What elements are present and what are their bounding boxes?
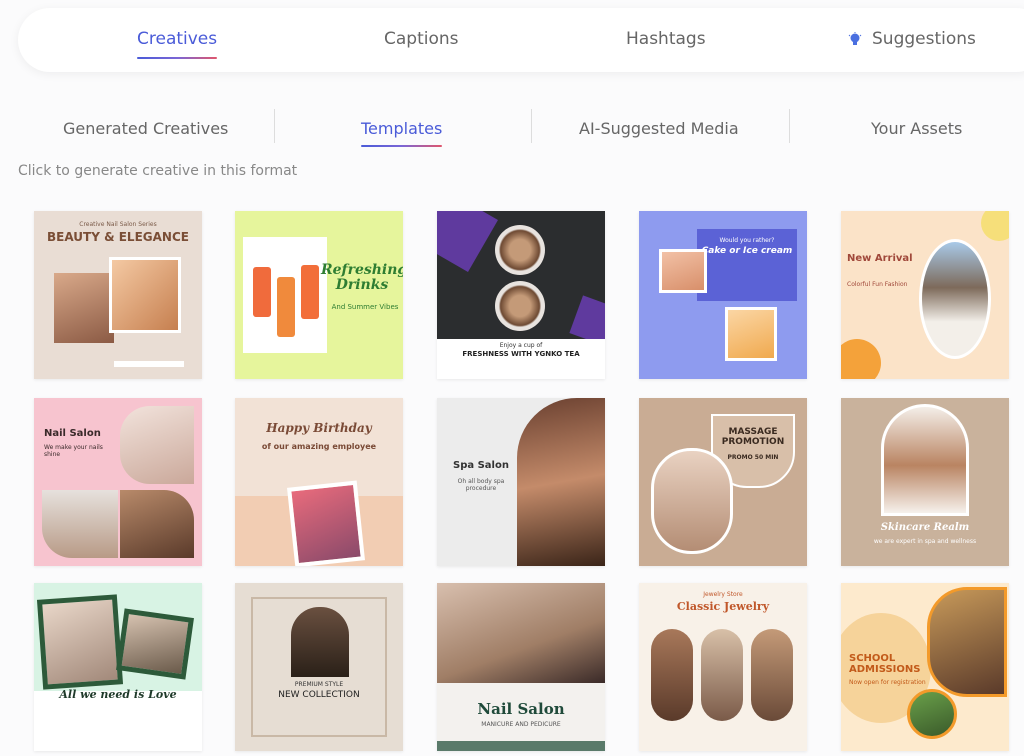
template-title: MASSAGE PROMOTION xyxy=(721,427,785,447)
template-photo xyxy=(651,629,693,721)
tab-divider xyxy=(531,109,532,143)
template-title: Happy Birthday xyxy=(266,421,372,435)
tab-creatives-label: Creatives xyxy=(137,29,218,49)
subtab-your-assets[interactable]: Your Assets xyxy=(871,112,962,144)
subtab-label: Your Assets xyxy=(871,118,963,138)
tab-divider xyxy=(789,109,790,143)
template-card-classic-jewelry[interactable]: Jewelry Store Classic Jewelry xyxy=(639,583,807,751)
subtab-templates[interactable]: Templates xyxy=(361,112,443,147)
template-title: SCHOOL ADMISSIONS xyxy=(849,653,921,675)
tab-hashtags-label: Hashtags xyxy=(626,29,706,49)
subtab-label: Generated Creatives xyxy=(63,118,229,138)
template-title: FRESHNESS WITH YGNKO TEA xyxy=(462,350,580,358)
template-subtitle: of our amazing employee xyxy=(261,442,377,451)
template-photo xyxy=(109,257,181,333)
template-photo xyxy=(120,406,194,484)
template-title: Skincare Realm xyxy=(880,522,970,533)
template-hint: Click to generate creative in this forma… xyxy=(18,163,298,179)
template-card-happy-birthday[interactable]: Happy Birthday of our amazing employee xyxy=(235,398,403,566)
template-subtitle: Enjoy a cup of xyxy=(499,342,543,349)
template-card-cake-ice-cream[interactable]: Would you rather? Cake or Ice cream xyxy=(639,211,807,379)
template-photo xyxy=(42,490,118,558)
template-card-nail-salon-2[interactable]: Nail Salon MANICURE AND PEDICURE xyxy=(437,583,605,751)
template-subtitle: Colorful Fun Fashion xyxy=(847,281,908,288)
tab-hashtags[interactable]: Hashtags xyxy=(626,8,706,72)
template-subtitle: Oh all body spa procedure xyxy=(457,478,505,493)
tab-divider xyxy=(274,109,275,143)
template-subtitle: we are expert in spa and wellness xyxy=(873,538,977,545)
template-card-tea[interactable]: Enjoy a cup of FRESHNESS WITH YGNKO TEA xyxy=(437,211,605,379)
template-subtitle: We make your nails shine xyxy=(44,444,103,459)
template-photo xyxy=(881,404,969,516)
template-photo xyxy=(116,608,194,680)
template-photo xyxy=(919,239,991,359)
template-title: Refreshing Drinks xyxy=(321,262,403,294)
template-card-beauty-elegance[interactable]: Creative Nail Salon Series BEAUTY & ELEG… xyxy=(34,211,202,379)
template-card-new-arrival[interactable]: New Arrival Colorful Fun Fashion xyxy=(841,211,1009,379)
template-title: Nail Salon xyxy=(477,700,565,718)
template-card-massage-promotion[interactable]: MASSAGE PROMOTION PROMO 50 MIN xyxy=(639,398,807,566)
template-title: BEAUTY & ELEGANCE xyxy=(47,230,189,244)
template-subtitle: Jewelry Store xyxy=(703,591,743,598)
template-subtitle: Now open for registration xyxy=(849,679,926,686)
template-subtitle: And Summer Vibes xyxy=(331,303,399,311)
template-photo xyxy=(517,398,605,566)
template-title: All we need is Love xyxy=(59,688,177,701)
tab-suggestions-label: Suggestions xyxy=(872,29,976,49)
template-photo xyxy=(927,587,1007,697)
template-title: Nail Salon xyxy=(44,428,101,439)
lightbulb-icon xyxy=(848,32,862,48)
tab-captions-label: Captions xyxy=(384,29,459,49)
template-card-school-admissions[interactable]: SCHOOL ADMISSIONS Now open for registrat… xyxy=(841,583,1009,751)
template-subtitle: MANICURE AND PEDICURE xyxy=(481,721,561,728)
template-card-refreshing-drinks[interactable]: Refreshing Drinks And Summer Vibes xyxy=(235,211,403,379)
subtab-label: Templates xyxy=(361,118,443,138)
template-photo xyxy=(701,629,743,721)
template-photo xyxy=(287,480,365,566)
template-card-spa-salon[interactable]: Spa Salon Oh all body spa procedure xyxy=(437,398,605,566)
tab-creatives[interactable]: Creatives xyxy=(137,8,218,72)
tab-suggestions[interactable]: Suggestions xyxy=(848,8,976,72)
template-photo xyxy=(291,607,349,677)
tab-captions[interactable]: Captions xyxy=(384,8,459,72)
template-photo xyxy=(725,307,777,361)
template-photo xyxy=(751,629,793,721)
subtab-ai-suggested-media[interactable]: AI-Suggested Media xyxy=(579,112,739,144)
template-subtitle: PREMIUM STYLE xyxy=(294,681,344,688)
top-tab-bar: Creatives Captions Hashtags Suggestions xyxy=(18,8,1024,72)
template-title: NEW COLLECTION xyxy=(278,690,360,700)
active-tab-underline xyxy=(137,57,218,59)
template-footer-bar xyxy=(114,361,184,367)
template-title: Classic Jewelry xyxy=(676,600,770,613)
template-photo xyxy=(54,273,114,343)
template-photo xyxy=(120,490,194,558)
template-subtitle: PROMO 50 MIN xyxy=(727,454,779,461)
template-card-skincare[interactable]: Skincare Realm we are expert in spa and … xyxy=(841,398,1009,566)
template-subtitle: Creative Nail Salon Series xyxy=(79,221,157,228)
template-photo xyxy=(651,448,733,554)
template-photo xyxy=(36,594,124,690)
template-subtitle: Would you rather? xyxy=(719,237,775,244)
subtab-generated-creatives[interactable]: Generated Creatives xyxy=(63,112,228,144)
template-photo xyxy=(659,249,707,293)
template-card-nail-salon[interactable]: Nail Salon We make your nails shine xyxy=(34,398,202,566)
template-photo xyxy=(907,689,957,739)
active-subtab-underline xyxy=(361,144,443,147)
template-card-new-collection[interactable]: PREMIUM STYLE NEW COLLECTION xyxy=(235,583,403,751)
template-title: Spa Salon xyxy=(453,460,509,471)
template-photo xyxy=(437,583,605,683)
subtab-label: AI-Suggested Media xyxy=(579,118,739,138)
template-card-love[interactable]: All we need is Love xyxy=(34,583,202,751)
template-title: New Arrival xyxy=(847,253,913,264)
template-photo xyxy=(243,237,327,353)
template-title: Cake or Ice cream xyxy=(701,246,793,256)
